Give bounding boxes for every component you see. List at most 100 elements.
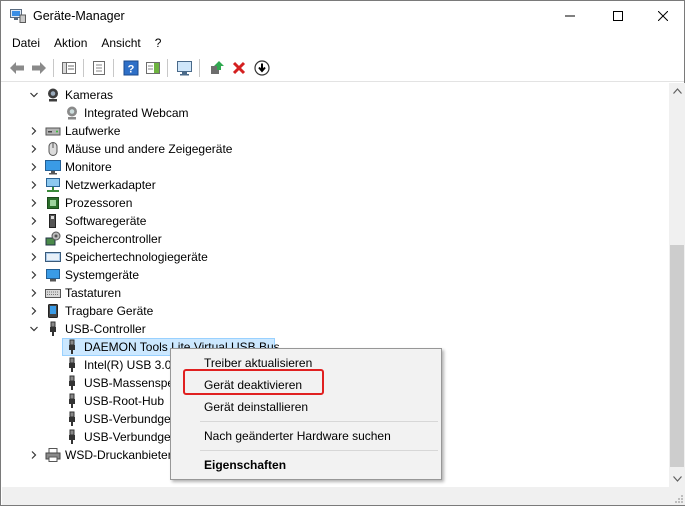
expand-chevron-icon[interactable] <box>28 305 40 317</box>
usb-plug-icon <box>64 393 80 409</box>
usb-plug-icon <box>64 339 80 355</box>
expand-chevron-icon[interactable] <box>28 251 40 263</box>
tree-category-speichercontroller[interactable]: Speichercontroller <box>2 230 669 248</box>
scan-hardware-button[interactable] <box>175 58 195 78</box>
context-menu: Treiber aktualisieren Gerät deaktivieren… <box>170 348 442 480</box>
tree-device-integrated-webcam[interactable]: Integrated Webcam <box>2 104 669 122</box>
monitor-icon <box>45 159 61 175</box>
collapse-chevron-icon[interactable] <box>28 89 40 101</box>
printer-icon <box>45 447 61 463</box>
expand-chevron-icon[interactable] <box>28 287 40 299</box>
forward-button[interactable] <box>29 58 49 78</box>
software-device-icon <box>45 213 61 229</box>
expand-chevron-icon[interactable] <box>28 269 40 281</box>
device-manager-window: Geräte-Manager Datei Aktion Ansicht ? ? … <box>0 0 685 506</box>
tree-category-laufwerke[interactable]: Laufwerke <box>2 122 669 140</box>
uninstall-device-button[interactable] <box>229 58 249 78</box>
tree-label: Mäuse und andere Zeigegeräte <box>65 142 233 156</box>
tree-label: USB-Verbundge <box>84 430 171 444</box>
tree-category-monitore[interactable]: Monitore <box>2 158 669 176</box>
toolbar-separator <box>199 59 200 77</box>
tree-label: Monitore <box>65 160 112 174</box>
menu-aktion[interactable]: Aktion <box>47 33 94 53</box>
tree-label: Netzwerkadapter <box>65 178 156 192</box>
webcam-icon <box>64 105 80 121</box>
usb-plug-icon <box>64 429 80 445</box>
title-bar[interactable]: Geräte-Manager <box>1 1 684 32</box>
menu-item-scan-hardware[interactable]: Nach geänderter Hardware suchen <box>173 425 439 447</box>
expand-chevron-icon[interactable] <box>28 197 40 209</box>
properties-sheet-button[interactable] <box>89 58 109 78</box>
menu-item-label: Gerät deinstallieren <box>204 400 309 414</box>
menu-item-uninstall-device[interactable]: Gerät deinstallieren <box>173 396 439 418</box>
action-pane-button[interactable] <box>143 58 163 78</box>
back-button[interactable] <box>7 58 27 78</box>
expand-chevron-icon[interactable] <box>28 125 40 137</box>
tree-category-usb-controller[interactable]: USB-Controller <box>2 320 669 338</box>
red-x-icon <box>232 61 246 75</box>
tree-label: WSD-Druckanbieter <box>65 448 172 462</box>
expand-chevron-icon[interactable] <box>28 449 40 461</box>
menu-item-label: Nach geänderter Hardware suchen <box>204 429 391 443</box>
disable-device-button[interactable] <box>252 58 272 78</box>
down-arrow-circle-icon <box>254 60 270 76</box>
toolbar-separator <box>167 59 168 77</box>
update-driver-button[interactable] <box>207 58 227 78</box>
menu-item-label: Treiber aktualisieren <box>204 356 313 370</box>
tree-label: USB-Verbundge <box>84 412 171 426</box>
tree-label: Intel(R) USB 3.0 <box>84 358 172 372</box>
tree-category-systemgeraete[interactable]: Systemgeräte <box>2 266 669 284</box>
minimize-button[interactable] <box>547 1 593 31</box>
resize-grip-icon[interactable] <box>669 487 685 505</box>
action-pane-icon <box>146 62 160 74</box>
tree-label: Tastaturen <box>65 286 122 300</box>
expand-chevron-icon[interactable] <box>28 233 40 245</box>
tree-label: USB-Controller <box>65 322 146 336</box>
menu-ansicht[interactable]: Ansicht <box>94 33 147 53</box>
tree-category-netzwerkadapter[interactable]: Netzwerkadapter <box>2 176 669 194</box>
tree-category-softwaregeraete[interactable]: Softwaregeräte <box>2 212 669 230</box>
vertical-scrollbar[interactable] <box>669 83 685 487</box>
tree-category-kameras[interactable]: Kameras <box>2 86 669 104</box>
menu-help[interactable]: ? <box>148 33 169 53</box>
tree-category-prozessoren[interactable]: Prozessoren <box>2 194 669 212</box>
tree-label: Tragbare Geräte <box>65 304 154 318</box>
maximize-button[interactable] <box>595 1 641 31</box>
console-tree-icon <box>62 62 76 74</box>
scroll-up-arrow-icon[interactable] <box>669 83 685 99</box>
drive-icon <box>45 123 61 139</box>
collapse-chevron-icon[interactable] <box>28 323 40 335</box>
camera-icon <box>45 87 61 103</box>
toolbar-separator <box>53 59 54 77</box>
tree-category-tragbare-geraete[interactable]: Tragbare Geräte <box>2 302 669 320</box>
help-button[interactable]: ? <box>121 58 141 78</box>
usb-plug-icon <box>64 411 80 427</box>
expand-chevron-icon[interactable] <box>28 143 40 155</box>
tree-label: Integrated Webcam <box>84 106 189 120</box>
expand-chevron-icon[interactable] <box>28 179 40 191</box>
tree-category-tastaturen[interactable]: Tastaturen <box>2 284 669 302</box>
usb-plug-icon <box>64 375 80 391</box>
expand-chevron-icon[interactable] <box>28 161 40 173</box>
usb-plug-icon <box>64 357 80 373</box>
close-button[interactable] <box>640 1 685 31</box>
tree-category-maeuse[interactable]: Mäuse und andere Zeigegeräte <box>2 140 669 158</box>
scrollbar-thumb[interactable] <box>670 245 684 467</box>
tree-label: Prozessoren <box>65 196 133 210</box>
help-icon: ? <box>123 60 139 76</box>
tree-label: USB-Root-Hub <box>84 394 165 408</box>
mouse-icon <box>45 141 61 157</box>
scan-monitor-icon <box>177 61 192 76</box>
scroll-down-arrow-icon[interactable] <box>669 471 685 487</box>
toolbar-separator <box>113 59 114 77</box>
tree-category-speichertechnologiegeraete[interactable]: Speichertechnologiegeräte <box>2 248 669 266</box>
toolbar-separator <box>83 59 84 77</box>
keyboard-icon <box>45 285 61 301</box>
show-hide-console-button[interactable] <box>59 58 79 78</box>
menu-item-properties[interactable]: Eigenschaften <box>173 454 439 476</box>
expand-chevron-icon[interactable] <box>28 215 40 227</box>
toolbar: ? <box>1 54 684 82</box>
menu-separator <box>200 421 438 422</box>
menu-datei[interactable]: Datei <box>5 33 47 53</box>
tree-label: Speichercontroller <box>65 232 162 246</box>
